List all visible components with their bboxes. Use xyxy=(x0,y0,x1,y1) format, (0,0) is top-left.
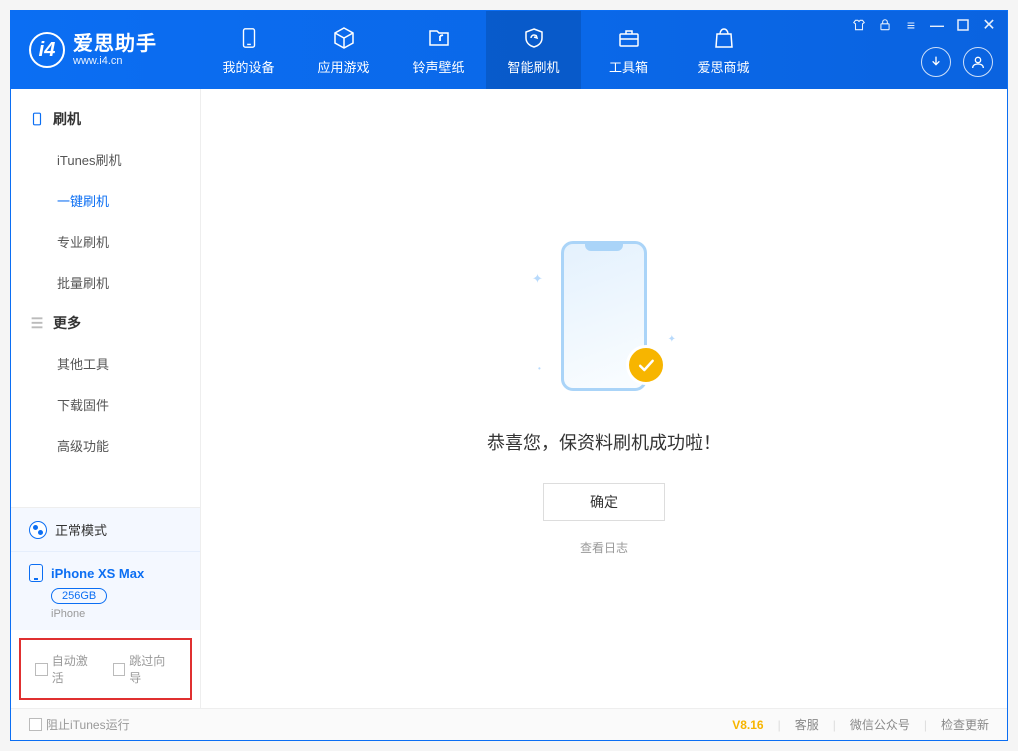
device-storage-badge: 256GB xyxy=(51,588,107,604)
download-button[interactable] xyxy=(921,47,951,77)
sidebar: 刷机 iTunes刷机 一键刷机 专业刷机 批量刷机 ☰ 更多 其他工具 下载固… xyxy=(11,89,201,708)
view-log-link[interactable]: 查看日志 xyxy=(580,539,628,556)
sidebar-group-more: ☰ 更多 xyxy=(11,303,200,343)
nav-tabs: 我的设备 应用游戏 铃声壁纸 智能刷机 工具箱 爱思商城 xyxy=(201,11,771,89)
checkbox-skip-guide[interactable]: 跳过向导 xyxy=(113,652,177,686)
toolbox-icon xyxy=(616,25,642,51)
nav-tab-store[interactable]: 爱思商城 xyxy=(676,11,771,89)
sidebar-item-batch-flash[interactable]: 批量刷机 xyxy=(11,262,200,303)
sidebar-group-flash: 刷机 xyxy=(11,99,200,139)
success-illustration: ✦ ✦ • xyxy=(534,241,674,401)
logo-icon: i4 xyxy=(29,32,65,68)
sidebar-item-oneclick-flash[interactable]: 一键刷机 xyxy=(11,180,200,221)
checkbox-icon xyxy=(29,718,42,731)
checkbox-block-itunes[interactable]: 阻止iTunes运行 xyxy=(29,716,130,733)
phone-small-icon xyxy=(29,111,45,127)
checkbox-auto-activate[interactable]: 自动激活 xyxy=(35,652,99,686)
nav-tab-toolbox[interactable]: 工具箱 xyxy=(581,11,676,89)
header-action-buttons xyxy=(921,47,993,77)
menu-icon[interactable]: ≡ xyxy=(903,17,919,33)
device-block[interactable]: iPhone XS Max 256GB iPhone xyxy=(11,551,200,630)
checkbox-icon xyxy=(113,663,126,676)
close-button[interactable]: ✕ xyxy=(981,17,997,33)
device-phone-icon xyxy=(29,564,43,582)
footer: 阻止iTunes运行 V8.16 | 客服 | 微信公众号 | 检查更新 xyxy=(11,708,1007,740)
sparkle-icon: • xyxy=(538,364,541,373)
minimize-button[interactable]: ― xyxy=(929,17,945,33)
checkbox-icon xyxy=(35,663,48,676)
sidebar-item-download-firmware[interactable]: 下载固件 xyxy=(11,384,200,425)
sidebar-item-pro-flash[interactable]: 专业刷机 xyxy=(11,221,200,262)
sparkle-icon: ✦ xyxy=(668,334,676,345)
main-content: ✦ ✦ • 恭喜您，保资料刷机成功啦！ 确定 查看日志 xyxy=(201,89,1007,708)
nav-tab-device[interactable]: 我的设备 xyxy=(201,11,296,89)
titlebar: i4 爱思助手 www.i4.cn 我的设备 应用游戏 铃声壁纸 智能刷机 xyxy=(11,11,1007,89)
footer-link-support[interactable]: 客服 xyxy=(795,716,819,733)
list-icon: ☰ xyxy=(29,315,45,331)
user-button[interactable] xyxy=(963,47,993,77)
body: 刷机 iTunes刷机 一键刷机 专业刷机 批量刷机 ☰ 更多 其他工具 下载固… xyxy=(11,89,1007,708)
footer-link-wechat[interactable]: 微信公众号 xyxy=(850,716,910,733)
nav-tab-ringtone[interactable]: 铃声壁纸 xyxy=(391,11,486,89)
mode-icon xyxy=(29,521,47,539)
cube-icon xyxy=(331,25,357,51)
version-label: V8.16 xyxy=(732,718,763,732)
shirt-icon[interactable] xyxy=(851,17,867,33)
mode-indicator[interactable]: 正常模式 xyxy=(11,508,200,551)
nav-tab-flash[interactable]: 智能刷机 xyxy=(486,11,581,89)
footer-link-update[interactable]: 检查更新 xyxy=(941,716,989,733)
logo-area: i4 爱思助手 www.i4.cn xyxy=(11,11,201,89)
success-message: 恭喜您，保资料刷机成功啦！ xyxy=(487,429,721,455)
refresh-shield-icon xyxy=(521,25,547,51)
device-name: iPhone XS Max xyxy=(51,566,144,581)
window-controls: ≡ ― ✕ xyxy=(851,17,997,33)
check-circle-icon xyxy=(626,345,666,385)
phone-icon xyxy=(236,25,262,51)
music-folder-icon xyxy=(426,25,452,51)
app-window: i4 爱思助手 www.i4.cn 我的设备 应用游戏 铃声壁纸 智能刷机 xyxy=(10,10,1008,741)
ok-button[interactable]: 确定 xyxy=(543,483,665,521)
sidebar-item-itunes-flash[interactable]: iTunes刷机 xyxy=(11,139,200,180)
app-name: 爱思助手 xyxy=(73,33,157,55)
sparkle-icon: ✦ xyxy=(532,271,543,287)
bag-icon xyxy=(711,25,737,51)
nav-tab-apps[interactable]: 应用游戏 xyxy=(296,11,391,89)
sidebar-item-advanced[interactable]: 高级功能 xyxy=(11,425,200,466)
flash-options-highlight: 自动激活 跳过向导 xyxy=(19,638,192,700)
app-url: www.i4.cn xyxy=(73,55,157,67)
lock-icon[interactable] xyxy=(877,17,893,33)
sidebar-item-other-tools[interactable]: 其他工具 xyxy=(11,343,200,384)
maximize-button[interactable] xyxy=(955,17,971,33)
device-type: iPhone xyxy=(51,608,182,620)
